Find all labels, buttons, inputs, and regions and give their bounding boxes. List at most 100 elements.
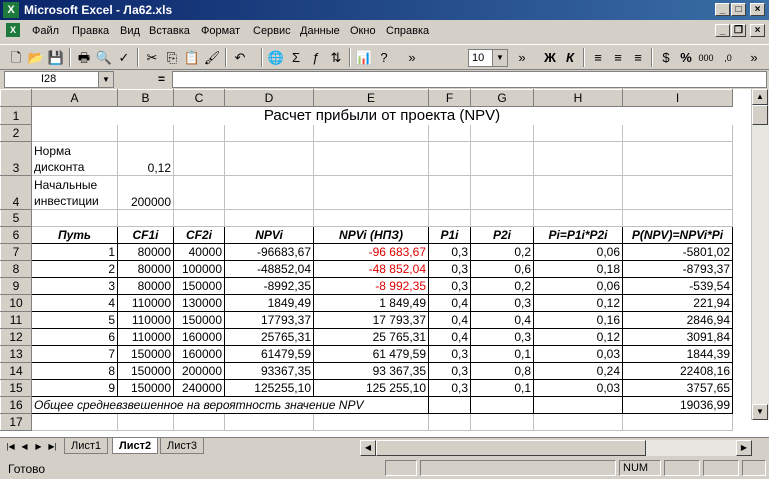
cell[interactable] [470,124,534,142]
prev-sheet-icon[interactable]: ◀ [18,440,31,454]
cell[interactable]: 150000 [117,379,174,397]
cell[interactable]: -8992,35 [224,277,314,295]
cell[interactable]: 1 [31,243,118,261]
cell[interactable]: 0,3 [428,362,471,380]
header-cell[interactable]: NPVi (НПЗ) [313,226,429,244]
cell[interactable]: -8 992,35 [313,277,429,295]
cell[interactable]: 17793,37 [224,311,314,329]
menu-tools[interactable]: Сервис [253,25,291,37]
cell[interactable]: 0,3 [428,260,471,278]
menu-edit[interactable]: Правка [72,25,109,37]
cell[interactable] [533,396,623,414]
cell[interactable] [224,124,314,142]
cell[interactable]: 150000 [117,345,174,363]
more-buttons-icon[interactable]: » [744,48,764,68]
cell[interactable] [224,141,314,176]
cell[interactable]: 100000 [173,260,225,278]
cell[interactable] [173,413,225,431]
cell[interactable]: -8793,37 [622,260,733,278]
cell[interactable]: 160000 [173,345,225,363]
cell[interactable]: 0,3 [428,379,471,397]
cell[interactable] [428,413,471,431]
excel-app-icon[interactable]: X [3,2,19,18]
header-cell[interactable]: NPVi [224,226,314,244]
row-header[interactable]: 4 [0,175,32,210]
header-cell[interactable]: CF1i [117,226,174,244]
cell[interactable]: 221,94 [622,294,733,312]
menu-insert[interactable]: Вставка [149,25,190,37]
cell[interactable] [428,175,471,210]
more-buttons-icon[interactable]: » [512,48,532,68]
minimize-button[interactable]: _ [715,3,730,16]
cell[interactable]: 9 [31,379,118,397]
header-cell[interactable]: P2i [470,226,534,244]
cell[interactable] [622,209,733,227]
cell[interactable]: 0,4 [428,328,471,346]
column-header[interactable]: D [224,89,314,107]
more-buttons-icon[interactable]: » [402,48,422,68]
cell[interactable] [117,413,174,431]
name-box[interactable]: I28 ▼ [4,71,114,88]
cell[interactable]: 40000 [173,243,225,261]
print-icon[interactable]: 🖶 [74,48,94,68]
scroll-down-icon[interactable]: ▼ [752,404,768,420]
copy-icon[interactable]: ⎘ [162,48,182,68]
column-header[interactable]: A [31,89,118,107]
cell[interactable] [622,141,733,176]
header-cell[interactable]: Путь [31,226,118,244]
scroll-thumb[interactable] [376,440,646,456]
cell[interactable]: 0,3 [470,328,534,346]
cell[interactable]: 22408,16 [622,362,733,380]
bold-button[interactable]: Ж [540,48,560,68]
next-sheet-icon[interactable]: ▶ [32,440,45,454]
summary-total[interactable]: 19036,99 [622,396,733,414]
menu-help[interactable]: Справка [386,25,429,37]
cell[interactable]: 0,4 [470,311,534,329]
cell[interactable]: 3757,65 [622,379,733,397]
cell[interactable]: 0,3 [470,294,534,312]
row-header[interactable]: 5 [0,209,32,227]
cell[interactable] [470,175,534,210]
undo-icon[interactable]: ↶ [230,48,250,68]
percent-button[interactable]: % [676,48,696,68]
cell[interactable] [428,396,471,414]
cell[interactable] [173,141,225,176]
close-button[interactable]: × [750,3,765,16]
cell[interactable] [470,209,534,227]
currency-icon[interactable]: $ [656,48,676,68]
cell[interactable] [622,413,733,431]
cell-investment-label[interactable]: Начальные инвестиции [31,175,118,210]
cell[interactable]: 17 793,37 [313,311,429,329]
cell[interactable] [31,413,118,431]
cell[interactable] [173,175,225,210]
row-header[interactable]: 9 [0,277,32,295]
row-header[interactable]: 15 [0,379,32,397]
first-sheet-icon[interactable]: |◀ [4,440,17,454]
cell[interactable]: 125 255,10 [313,379,429,397]
row-header[interactable]: 11 [0,311,32,329]
column-header[interactable]: E [313,89,429,107]
row-header[interactable]: 13 [0,345,32,363]
cell[interactable] [224,175,314,210]
sort-icon[interactable]: ⇅ [326,48,346,68]
increase-decimal-icon[interactable]: ,0 [718,48,738,68]
cell[interactable]: 1 849,49 [313,294,429,312]
cell[interactable]: -5801,02 [622,243,733,261]
column-header[interactable]: F [428,89,471,107]
cell[interactable]: 0,18 [533,260,623,278]
spelling-icon[interactable]: ✓ [114,48,134,68]
doc-restore-button[interactable]: ❐ [731,24,746,37]
menu-view[interactable]: Вид [120,25,140,37]
cell[interactable]: 0,3 [428,345,471,363]
cell[interactable]: 2 [31,260,118,278]
function-icon[interactable]: ƒ [306,48,326,68]
cell[interactable] [313,413,429,431]
menu-format[interactable]: Формат [201,25,240,37]
cell-discount-label[interactable]: Норма дисконта [31,141,118,176]
cell[interactable]: 4 [31,294,118,312]
cell[interactable]: -96 683,67 [313,243,429,261]
cell[interactable]: 2846,94 [622,311,733,329]
maximize-button[interactable]: □ [731,3,746,16]
cell[interactable]: 1849,49 [224,294,314,312]
tab-sheet3[interactable]: Лист3 [160,438,205,454]
